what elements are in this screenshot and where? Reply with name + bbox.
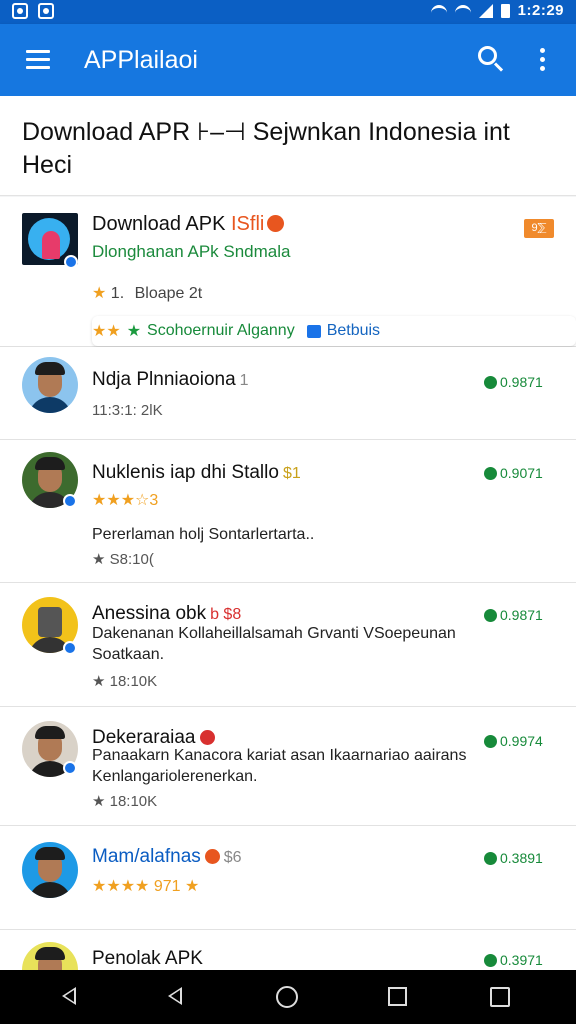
list-item[interactable]: Nuklenis iap dhi Stallo $1 ★★★☆3 Pererlam… — [0, 440, 576, 583]
tag-secondary[interactable]: Betbuis — [327, 322, 380, 340]
list-item-description: Dakenanan Kollaheillalsamah Grvanti VSoe… — [92, 625, 456, 663]
list-item-title: Nuklenis iap dhi Stallo $1 — [92, 462, 301, 484]
app-bar: APPlailaoi — [0, 24, 576, 96]
list-item[interactable]: Penolak APK 0.3971 — [0, 930, 576, 970]
search-icon[interactable] — [478, 46, 506, 74]
price-value: 0.9071 — [500, 465, 543, 481]
title-extra: $1 — [282, 465, 301, 482]
featured-rating: ★ 1. Bloape 2t — [92, 283, 202, 303]
list-item-meta: ★ S8:10( — [92, 551, 154, 568]
fire-icon — [267, 215, 285, 232]
recents-icon[interactable] — [388, 987, 407, 1006]
list-item-title: Mam/alafnas $6 — [92, 846, 242, 868]
title-extra: 1 — [239, 372, 249, 389]
list-item-meta: ★ 18:10K — [92, 673, 158, 690]
avatar — [22, 942, 78, 970]
list-item-description: Panaakarn Kanacora kariat asan Ikaarnari… — [92, 747, 467, 785]
list-item-title: Ndja Plnniaoiona 1 — [92, 369, 249, 391]
green-star-icon: ★ — [126, 323, 142, 340]
list-item[interactable]: Mam/alafnas $6 ★★★★ 971 ★ 0.3891 — [0, 826, 576, 930]
price-dot-icon — [484, 375, 497, 389]
list-item-title: Anessina obk b $8 — [92, 603, 241, 625]
avatar — [22, 357, 78, 413]
list-item-meta: 11:3:1: 2lK — [92, 402, 163, 419]
price-tag[interactable]: 0.3891 — [484, 850, 543, 866]
featured-subtitle: Dlonghanan APk Sndmala — [92, 242, 291, 261]
back-icon[interactable] — [168, 987, 182, 1005]
title-extra: $6 — [223, 849, 242, 866]
price-dot-icon — [484, 608, 497, 622]
list-item[interactable]: Ndja Plnniaoiona 1 11:3:1: 2lK 0.9871 — [0, 347, 576, 440]
status-left-icons — [12, 3, 54, 19]
price-value: 0.9871 — [500, 374, 543, 390]
rating-value: 1. — [110, 285, 125, 302]
price-tag[interactable]: 0.9871 — [484, 607, 543, 623]
back-icon[interactable] — [62, 987, 76, 1005]
page-header: Download APR ⊦–⊣ Sejwnkan Indonesia int … — [0, 96, 576, 196]
notification-icon — [12, 3, 28, 19]
featured-badge: 9⅀ — [524, 219, 554, 238]
price-value: 0.3971 — [500, 952, 543, 968]
rating-stars: ★★ — [92, 323, 121, 340]
menu-icon[interactable] — [26, 50, 50, 70]
price-dot-icon — [484, 734, 497, 748]
gallery-icon — [38, 3, 54, 19]
list-item-description: Pererlaman holj Sontarlertarta.. — [92, 526, 315, 543]
verified-badge-icon — [63, 641, 77, 655]
home-icon[interactable] — [276, 986, 298, 1008]
verified-badge-icon — [64, 255, 78, 269]
verified-badge-icon — [63, 761, 77, 775]
tag-category[interactable]: Scohoernuir Alganny — [147, 322, 295, 340]
status-time: 1:2:29 — [517, 2, 564, 19]
price-dot-icon — [484, 466, 497, 480]
list-item-meta: ★ 18:10K — [92, 793, 158, 810]
featured-title: Download APK ISfli — [92, 213, 285, 236]
price-dot-icon — [484, 851, 497, 865]
star-icon: ★ — [92, 285, 107, 302]
list-item-title: Penolak APK — [92, 948, 203, 969]
price-value: 0.9871 — [500, 607, 543, 623]
featured-title-suffix: ISfli — [230, 213, 265, 235]
app-title: APPlailaoi — [84, 46, 198, 74]
list-item[interactable]: Dekeraraiaa Panaakarn Kanacora kariat as… — [0, 707, 576, 826]
title-text: Ndja Plnniaoiona — [92, 369, 236, 390]
price-value: 0.3891 — [500, 850, 543, 866]
red-badge-icon — [199, 730, 215, 745]
wifi-icon — [454, 4, 471, 17]
status-right-icons: 1:2:29 — [430, 2, 564, 19]
title-text: Anessina obk — [92, 603, 207, 624]
rating-stars: ★★★☆3 — [92, 492, 159, 509]
battery-icon — [500, 3, 510, 18]
title-text: Nuklenis iap dhi Stallo — [92, 462, 279, 483]
blue-tag-icon — [306, 324, 321, 338]
featured-app-card[interactable]: Download APK ISfli Dlonghanan APk Sndmal… — [0, 197, 576, 347]
list-item[interactable]: Anessina obk b $8 Dakenanan Kollaheillals… — [0, 583, 576, 707]
page-title: Download APR ⊦–⊣ Sejwnkan Indonesia int … — [22, 118, 510, 179]
fire-icon — [204, 849, 220, 864]
status-bar: 1:2:29 — [0, 0, 576, 24]
price-tag[interactable]: 0.3971 — [484, 952, 543, 968]
price-value: 0.9974 — [500, 733, 543, 749]
title-text: Mam/alafnas — [92, 846, 201, 867]
title-extra: b $8 — [210, 606, 242, 623]
price-tag[interactable]: 0.9071 — [484, 465, 543, 481]
signal-icon — [478, 3, 493, 18]
navigation-bar — [0, 970, 576, 1024]
split-screen-icon[interactable] — [490, 987, 510, 1007]
price-dot-icon — [484, 953, 497, 967]
avatar — [22, 842, 78, 898]
more-vert-icon[interactable] — [540, 48, 548, 74]
price-tag[interactable]: 0.9974 — [484, 733, 543, 749]
featured-title-text: Download APK — [92, 213, 226, 235]
wifi-icon — [430, 4, 447, 17]
rating-stars: ★★★★ 971 ★ — [92, 878, 200, 895]
rating-text: Bloape 2t — [134, 285, 203, 302]
price-tag[interactable]: 0.9871 — [484, 374, 543, 390]
featured-tags[interactable]: ★★ ★ Scohoernuir Alganny Betbuis — [92, 316, 576, 346]
verified-badge-icon — [63, 494, 77, 508]
